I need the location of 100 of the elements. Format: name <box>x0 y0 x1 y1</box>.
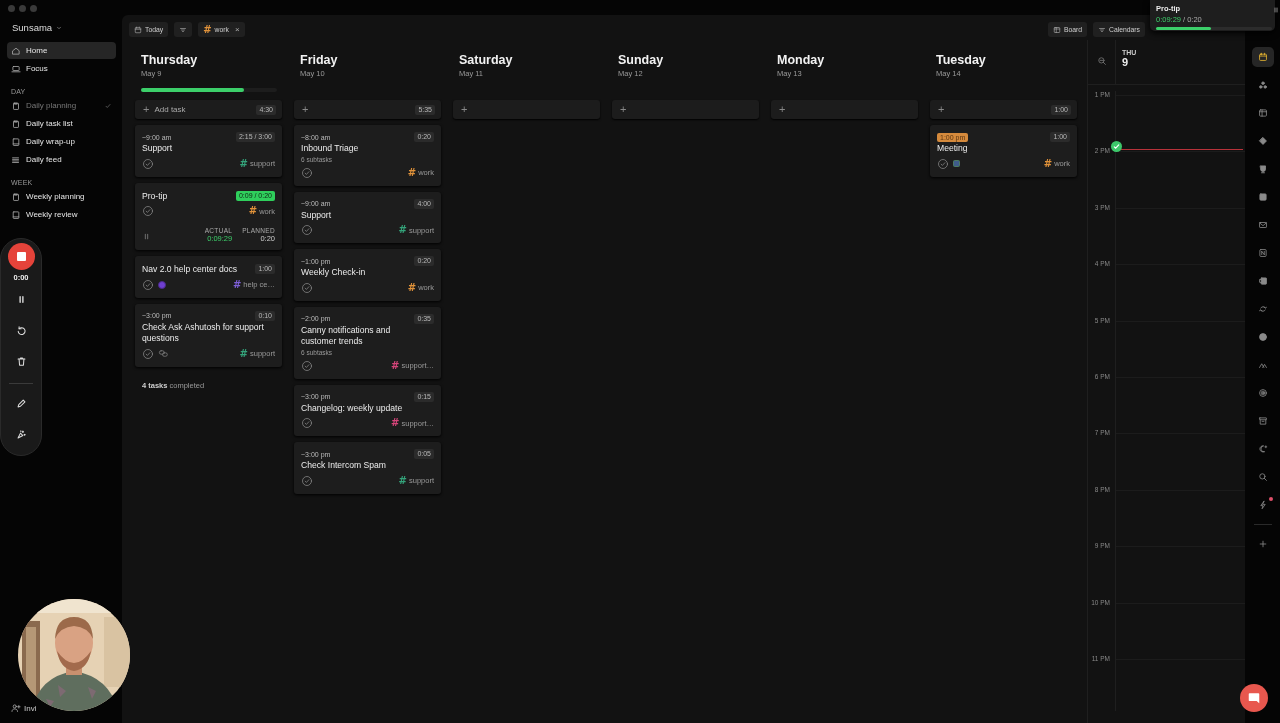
tag-mark: # <box>407 167 417 178</box>
remove-button[interactable]: × <box>234 25 240 34</box>
chevrons-icon[interactable] <box>1257 360 1268 370</box>
board-icon[interactable] <box>1257 108 1268 118</box>
home-icon <box>11 45 21 56</box>
day-name: Thursday <box>141 52 199 68</box>
day-name: Tuesday <box>936 52 987 68</box>
archive-icon[interactable] <box>1257 416 1268 426</box>
book-icon <box>11 136 21 147</box>
day-name: Saturday <box>459 52 514 68</box>
task-title: Support <box>301 209 333 221</box>
invite-link[interactable]: Invi <box>7 703 37 713</box>
filter-icon <box>1098 25 1106 34</box>
workspace-menu[interactable]: Sunsama <box>7 16 69 42</box>
tag-mark: # <box>407 282 417 293</box>
tag-mark: # <box>239 348 248 359</box>
calendar-icon <box>953 160 960 167</box>
zoom-out-icon[interactable] <box>1096 56 1107 66</box>
clipboard-icon <box>11 191 21 202</box>
clipboard-icon <box>11 100 21 111</box>
task-title: Weekly Check-in <box>301 267 367 279</box>
sidebar-item[interactable]: Home <box>7 42 116 59</box>
task-title: Check Intercom Spam <box>301 460 387 472</box>
dots-icon[interactable] <box>1257 80 1268 90</box>
bolt-icon[interactable] <box>1257 500 1268 510</box>
check-circle-icon[interactable] <box>301 224 313 236</box>
tag-mark: # <box>239 158 248 169</box>
diamond-icon[interactable] <box>1257 136 1268 146</box>
task-title: Inbound Triage <box>301 143 360 155</box>
filter-button[interactable] <box>174 22 193 37</box>
sidebar-item[interactable]: Focus <box>7 60 116 77</box>
notebook-icon[interactable] <box>1257 248 1268 258</box>
tag-mark: # <box>1043 158 1053 169</box>
restart-icon[interactable] <box>15 325 27 336</box>
notification-dot <box>1268 497 1273 501</box>
check-circle-icon[interactable] <box>301 474 313 487</box>
document-icon[interactable] <box>1257 276 1268 286</box>
task-title: Check Ask Ashutosh for support questions <box>142 321 264 345</box>
circle-icon <box>158 280 166 289</box>
add-icon[interactable] <box>1257 539 1268 549</box>
day-number: 9 <box>1122 56 1130 68</box>
target-icon[interactable] <box>1257 388 1268 398</box>
check-circle-icon[interactable] <box>142 157 154 170</box>
check-circle-icon[interactable] <box>301 166 313 179</box>
sidebar-item[interactable]: Daily task list <box>7 115 116 132</box>
sidebar-item[interactable]: Weekly planning <box>7 188 116 205</box>
ball-icon[interactable] <box>1257 332 1268 342</box>
tag-mark: # <box>398 225 407 235</box>
search-icon[interactable] <box>1257 472 1268 482</box>
tag-mark: # <box>232 279 242 290</box>
check-circle-icon[interactable] <box>142 278 154 291</box>
check-circle-icon[interactable] <box>142 205 154 217</box>
check-circle-icon[interactable] <box>142 347 154 360</box>
cup-icon[interactable] <box>1257 164 1268 174</box>
list-icon <box>11 154 21 165</box>
filter-icon <box>179 25 188 34</box>
tag-mark: # <box>248 206 258 216</box>
tag-mark: # <box>398 475 407 486</box>
sidebar-item[interactable]: Daily feed <box>7 151 116 168</box>
day-name: Friday <box>300 52 339 68</box>
check-circle-icon[interactable] <box>937 157 949 170</box>
book-icon <box>11 209 21 220</box>
check-circle-icon[interactable] <box>301 417 313 429</box>
stop-button[interactable] <box>7 243 35 270</box>
trash-icon[interactable] <box>15 356 27 367</box>
check-icon <box>104 101 112 110</box>
add-task-button[interactable]: + <box>771 100 918 119</box>
chat-icon <box>1247 691 1261 705</box>
pencil-icon[interactable] <box>15 398 27 409</box>
laptop-icon <box>11 63 21 74</box>
day-name: Monday <box>777 52 826 68</box>
envelope-icon[interactable] <box>1257 220 1268 230</box>
calendar-icon <box>134 25 142 34</box>
check-circle-icon[interactable] <box>301 281 313 294</box>
task-title: Canny notifications and customer trends <box>301 324 392 348</box>
tag-mark: # <box>391 418 400 428</box>
calendar-icon[interactable] <box>1257 52 1268 62</box>
moon-icon[interactable] <box>1257 444 1268 454</box>
square-icon[interactable] <box>1257 192 1268 202</box>
add-task-button[interactable]: + <box>453 100 600 119</box>
board-icon <box>1052 25 1061 34</box>
chat-icon <box>158 348 169 359</box>
sync-icon[interactable] <box>1257 304 1268 314</box>
task-title: Nav 2.0 help center docs <box>142 264 238 276</box>
tag-mark: # <box>391 360 400 371</box>
sparkle-icon[interactable] <box>15 429 27 440</box>
day-name: Sunday <box>618 52 665 68</box>
sidebar-item[interactable]: Weekly review <box>7 206 116 223</box>
sidebar-item[interactable]: Daily planning <box>7 97 116 114</box>
add-person-icon <box>11 703 21 713</box>
add-task-button[interactable]: + <box>612 100 759 119</box>
task-title: Changelog: weekly update <box>301 402 404 414</box>
check-icon <box>1111 141 1122 152</box>
clipboard-icon <box>11 118 21 129</box>
tag-mark: # <box>203 24 212 35</box>
check-circle-icon[interactable] <box>301 359 313 372</box>
task-title: Support <box>142 143 174 155</box>
chat-button[interactable] <box>1240 684 1268 712</box>
sidebar-item[interactable]: Daily wrap-up <box>7 133 116 150</box>
task-title: Meeting <box>937 143 969 155</box>
